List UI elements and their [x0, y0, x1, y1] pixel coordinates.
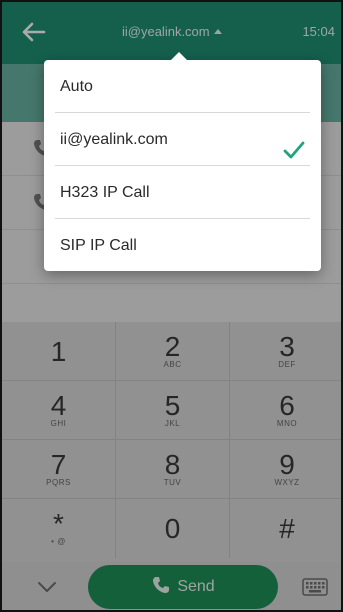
account-dropdown-menu: Auto ii@yealink.com H323 IP Call SIP IP … [44, 52, 321, 272]
phone-screen: ii@yealink.com 15:04 1 2 ABC 3 DEF 4 GHI… [0, 0, 343, 612]
menu-item-label: SIP IP Call [60, 237, 137, 254]
menu-item-auto[interactable]: Auto [44, 60, 321, 113]
menu-item-label: ii@yealink.com [60, 131, 168, 148]
menu-item-sip[interactable]: SIP IP Call [44, 219, 321, 272]
menu-item-h323[interactable]: H323 IP Call [44, 166, 321, 219]
menu-item-label: H323 IP Call [60, 184, 150, 201]
menu-item-account[interactable]: ii@yealink.com [44, 113, 321, 166]
menu-item-label: Auto [60, 78, 93, 95]
checkmark-icon [283, 129, 305, 159]
